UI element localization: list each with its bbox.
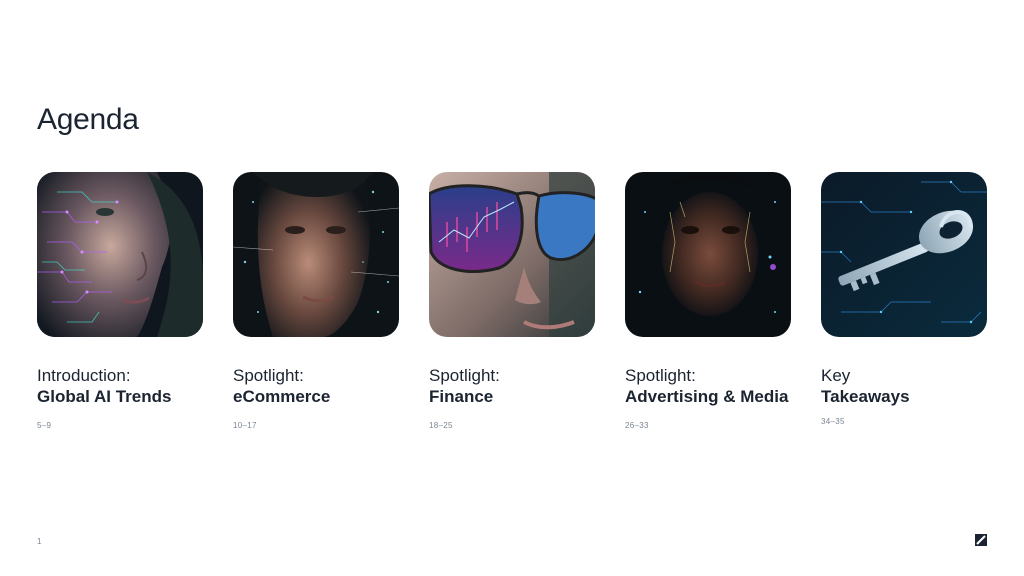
brand-logo-icon [975,533,987,546]
agenda-page-range: 26–33 [625,421,649,430]
agenda-image-finance [429,172,595,337]
agenda-card-ecommerce[interactable]: Spotlight: eCommerce 10–17 [233,172,399,430]
agenda-page-range: 5–9 [37,421,52,430]
agenda-label-prefix: Spotlight: [429,366,500,385]
agenda-label-prefix: Spotlight: [625,366,696,385]
agenda-card-advertising[interactable]: Spotlight: Advertising & Media 26–33 [625,172,791,430]
agenda-label-prefix: Introduction: [37,366,131,385]
agenda-page-range: 18–25 [429,421,453,430]
agenda-label-topic: eCommerce [233,387,331,406]
agenda-label-topic: Finance [429,387,494,406]
agenda-image-intro [37,172,203,337]
agenda-card-intro[interactable]: Introduction: Global AI Trends 5–9 [37,172,203,430]
agenda-page-range: 34–35 [821,417,845,426]
agenda-card-takeaways[interactable]: Key Takeaways 34–35 [821,172,987,426]
agenda-card-finance[interactable]: Spotlight: Finance 18–25 [429,172,595,430]
page-title: Agenda [37,103,139,136]
agenda-label-prefix: Spotlight: [233,366,304,385]
agenda-label-topic: Takeaways [821,387,910,406]
slide-number: 1 [37,537,42,546]
agenda-image-takeaways [821,172,987,337]
agenda-image-advertising [625,172,791,337]
agenda-label-topic: Global AI Trends [37,387,172,406]
agenda-label-topic: Advertising & Media [625,387,789,406]
agenda-label-prefix: Key [821,366,851,385]
agenda-page-range: 10–17 [233,421,257,430]
agenda-image-ecommerce [233,172,399,337]
